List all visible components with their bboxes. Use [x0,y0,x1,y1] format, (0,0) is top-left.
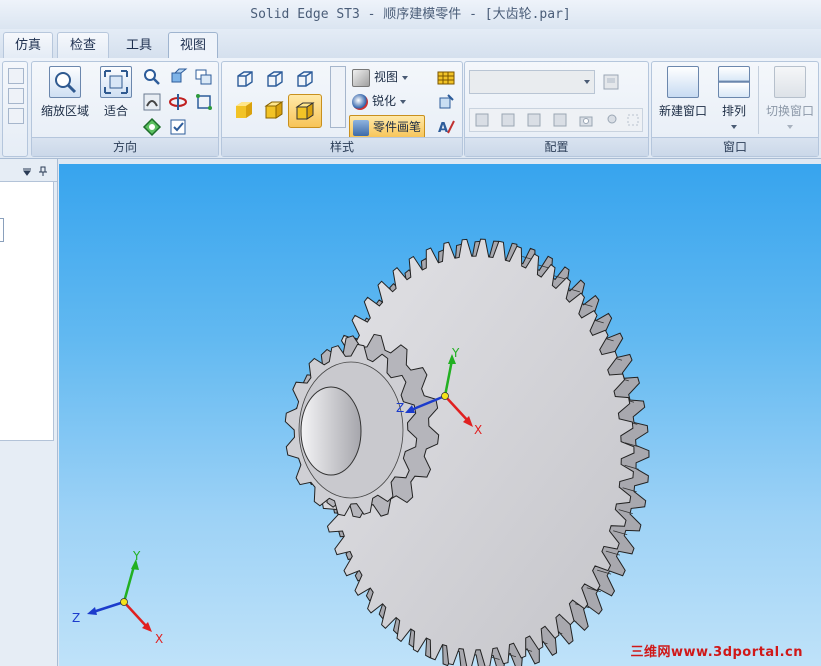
pane-header [0,163,57,182]
style-gallery-scroll[interactable] [330,66,346,128]
window-title: Solid Edge ST3 - 顺序建模零件 - [大齿轮.par] [0,0,821,30]
shaded-edges-icon[interactable] [262,98,286,122]
new-window-icon [667,66,699,98]
group-direction: 缩放区域 适合 方向 [31,61,219,157]
view-style-icon [352,68,370,87]
pin-icon[interactable] [38,166,48,177]
bore-hole [300,386,362,476]
tree-item-stub[interactable] [0,218,4,242]
zoom-area-icon [49,66,81,98]
view-copy-icon[interactable] [194,67,214,87]
sharpen-dropdown[interactable]: 锐化 [352,90,407,112]
view-style-label: 视图 [374,70,399,84]
pathfinder-pane [0,159,58,666]
fit-button[interactable]: 适合 [96,66,136,119]
spin-about-icon[interactable] [168,92,188,112]
window-group-divider [758,66,759,134]
fit-icon [100,66,132,98]
zoom-area-label: 缩放区域 [40,104,89,118]
camera-icon[interactable] [578,112,594,128]
ribbon-scroll-group [2,61,28,157]
svg-text:A: A [438,121,448,136]
zoom-icon[interactable] [142,67,162,87]
model-axis-z-label: Z [396,401,404,415]
group-style: 视图 锐化 零件画笔 A 样式 [221,61,463,157]
scroll-down-button[interactable] [8,88,24,104]
config-tool-3-icon[interactable] [526,112,542,128]
group-direction-label: 方向 [32,137,218,156]
sharpen-icon [352,93,368,110]
arrange-icon [718,66,750,98]
config-tool-4-icon[interactable] [552,112,568,128]
shaded-visible-edges-button[interactable] [288,94,322,128]
switch-window-icon [774,66,806,98]
gear-model: Y X Z Y X Z [72,238,650,666]
switch-window-button[interactable]: 切换窗口 [762,66,818,133]
group-configuration: 配置 [464,61,649,157]
pan-view-icon[interactable] [142,92,162,112]
save-configuration-icon[interactable] [601,72,621,92]
named-views-icon[interactable] [168,117,188,137]
tab-view[interactable]: 视图 [168,32,218,59]
part-painter-label: 零件画笔 [373,120,422,134]
part-painter-button[interactable]: 零件画笔 [349,115,426,139]
group-style-label: 样式 [222,137,462,156]
group-window-label: 窗口 [652,137,818,156]
configuration-dropdown[interactable] [469,70,595,94]
view-axis-y-label: Y [132,549,141,563]
view-box-icon[interactable] [194,92,214,112]
pane-menu-icon[interactable] [22,167,32,177]
scroll-more-button[interactable] [8,108,24,124]
paint-icon[interactable] [436,92,456,112]
arrange-label: 排列 [721,104,746,118]
new-window-button[interactable]: 新建窗口 [654,66,712,119]
wireframe-icon[interactable] [234,68,256,90]
chevron-down-icon [731,124,737,129]
group-window: 新建窗口 排列 切换窗口 窗口 [651,61,819,157]
config-tool-1-icon[interactable] [474,112,490,128]
view-style-dropdown[interactable]: 视图 [352,66,409,88]
group-configuration-label: 配置 [465,137,648,156]
chevron-down-icon [402,75,409,80]
chevron-down-icon [400,99,407,104]
tab-tools[interactable]: 工具 [113,32,165,59]
graphics-viewport[interactable]: Y X Z Y X Z 三维网www.3dportal.cn [59,164,821,666]
fit-label: 适合 [103,104,128,118]
light-icon[interactable] [604,112,620,128]
configuration-toolbar [469,108,643,132]
pathfinder-tree[interactable] [0,181,54,441]
config-tool-7-icon[interactable] [626,112,640,128]
view-axis-z-label: Z [72,611,80,625]
view-axis-x-label: X [155,632,163,646]
chevron-down-icon [787,124,793,129]
text-style-icon[interactable]: A [436,117,456,137]
sharpen-label: 锐化 [372,94,397,108]
switch-window-label: 切换窗口 [765,104,814,118]
ribbon-tab-strip: 仿真 检查 工具 视图 [0,29,821,59]
ribbon: 缩放区域 适合 方向 视图 锐化 零件画笔 A 样式 配置 新建窗口 排列 切换… [0,58,821,159]
chevron-down-icon [584,80,590,84]
watermark-text: 三维网www.3dportal.cn [630,645,803,660]
part-painter-icon [353,119,369,136]
zoom-area-button[interactable]: 缩放区域 [36,66,94,119]
view-orient-icon[interactable] [142,117,162,137]
rotate-view-icon[interactable] [168,67,188,87]
visible-edges-icon[interactable] [294,68,316,90]
arrange-button[interactable]: 排列 [714,66,754,133]
tab-inspect[interactable]: 检查 [57,32,109,59]
model-axis-y-label: Y [451,346,460,360]
shaded-visible-edges-icon [295,102,315,120]
shaded-icon[interactable] [232,98,256,122]
model-axis-x-label: X [474,423,482,437]
scroll-up-button[interactable] [8,68,24,84]
tab-simulation[interactable]: 仿真 [3,32,53,59]
background-icon[interactable] [436,68,456,88]
view-axes-triad [87,559,152,632]
new-window-label: 新建窗口 [658,104,707,118]
config-tool-2-icon[interactable] [500,112,516,128]
hidden-edges-icon[interactable] [264,68,286,90]
